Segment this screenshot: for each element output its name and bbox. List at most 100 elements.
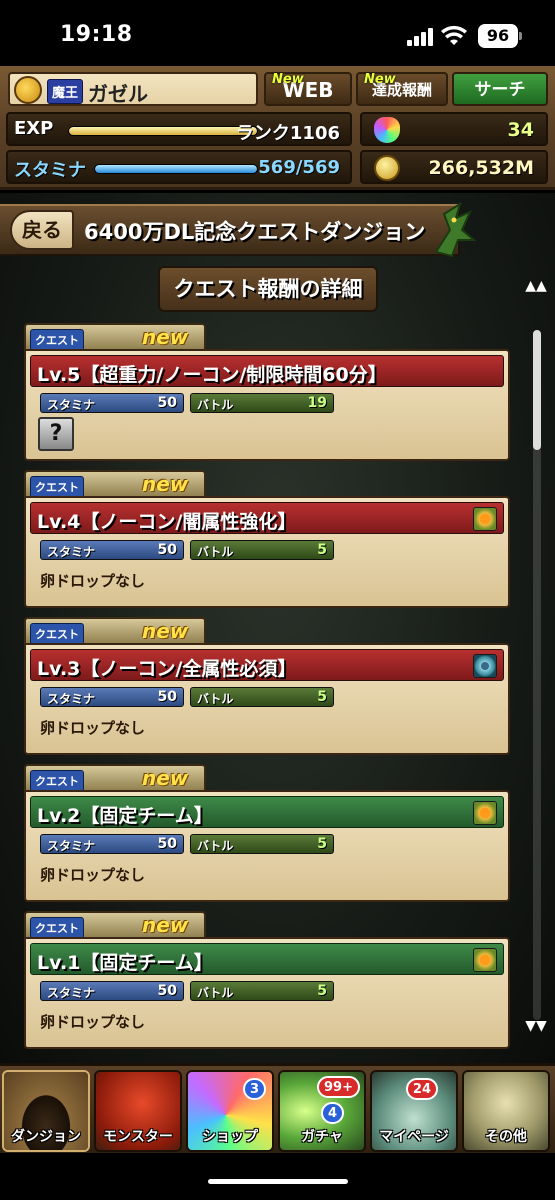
nav-gacha[interactable]: 99+ 4 ガチャ bbox=[278, 1070, 366, 1152]
quest-battle-label: バトル bbox=[197, 545, 234, 559]
dungeon-title: 6400万DL記念クエストダンジョン bbox=[84, 220, 426, 244]
quest-tab-label: クエスト bbox=[30, 476, 84, 498]
home-indicator-area bbox=[0, 1153, 555, 1200]
quest-card[interactable]: クエスト new Lv.2【固定チーム】 スタミナ 50 バトル 5 卵ドロップなし bbox=[24, 764, 510, 902]
exp-box: EXP ランク1106 bbox=[6, 112, 352, 146]
quest-battle-label: バトル bbox=[197, 839, 234, 853]
quest-header: Lv.2【固定チーム】 bbox=[30, 796, 504, 828]
quest-stamina-pill: スタミナ 50 bbox=[40, 834, 184, 854]
nav-shop[interactable]: 3 ショップ bbox=[186, 1070, 274, 1152]
quest-header: Lv.5【超重力/ノーコン/制限時間60分】 bbox=[30, 355, 504, 387]
quest-stamina-pill: スタミナ 50 bbox=[40, 393, 184, 413]
quest-stamina-label: スタミナ bbox=[47, 398, 96, 412]
quest-stamina-value: 50 bbox=[157, 395, 177, 411]
cellular-signal-icon bbox=[407, 28, 435, 46]
drop-text: 卵ドロップなし bbox=[40, 719, 146, 737]
scroll-up-arrows[interactable]: ▲▲ bbox=[525, 279, 547, 293]
rank-title-badge: 魔王 bbox=[47, 79, 84, 104]
quest-stamina-value: 50 bbox=[157, 542, 177, 558]
sun-icon bbox=[473, 948, 497, 972]
status-time: 19:18 bbox=[60, 22, 133, 47]
quest-new-badge: new bbox=[142, 325, 189, 349]
quest-battle-value: 5 bbox=[317, 689, 327, 705]
scrollbar[interactable] bbox=[533, 330, 541, 1020]
rank-medal-icon bbox=[14, 76, 42, 104]
quest-stamina-label: スタミナ bbox=[47, 986, 96, 1000]
nav-mypage[interactable]: 24 マイページ bbox=[370, 1070, 458, 1152]
nav-mypage-label: マイページ bbox=[379, 1129, 449, 1145]
back-button[interactable]: 戻る bbox=[10, 210, 74, 250]
dragon-ornament-icon bbox=[434, 201, 477, 258]
quest-battle-pill: バトル 5 bbox=[190, 687, 334, 707]
quest-stamina-label: スタミナ bbox=[47, 692, 96, 706]
quest-stamina-label: スタミナ bbox=[47, 839, 96, 853]
quest-body: Lv.1【固定チーム】スタミナ 50 バトル 5 卵ドロップなし bbox=[24, 937, 510, 1049]
quest-new-badge: new bbox=[142, 766, 189, 790]
new-mark: New bbox=[364, 72, 396, 87]
quest-battle-value: 19 bbox=[307, 395, 327, 411]
new-mark: New bbox=[272, 72, 304, 87]
quest-body: Lv.5【超重力/ノーコン/制限時間60分】スタミナ 50 バトル 19? bbox=[24, 349, 510, 461]
quest-new-badge: new bbox=[142, 472, 189, 496]
quest-tab-label: クエスト bbox=[30, 623, 84, 645]
nav-gacha-label: ガチャ bbox=[301, 1129, 343, 1145]
nav-shop-label: ショップ bbox=[202, 1129, 258, 1145]
sun-icon bbox=[473, 801, 497, 825]
player-panel: 魔王 ガゼル New WEB New 達成報酬 サーチ EXP ランク1106 … bbox=[0, 66, 555, 190]
quest-card[interactable]: クエスト new Lv.3【ノーコン/全属性必須】スタミナ 50 バトル 5 卵ドロップなし bbox=[24, 617, 510, 755]
quest-stamina-pill: スタミナ 50 bbox=[40, 687, 184, 707]
gacha-badge-red: 99+ bbox=[317, 1076, 360, 1098]
quest-name: Lv.3【ノーコン/全属性必須】 bbox=[37, 658, 297, 680]
swirl-icon bbox=[473, 654, 497, 678]
web-button[interactable]: New WEB bbox=[264, 72, 352, 106]
drop-text: 卵ドロップなし bbox=[40, 866, 146, 884]
quest-body: Lv.2【固定チーム】 スタミナ 50 バトル 5 卵ドロップなし bbox=[24, 790, 510, 902]
quest-card[interactable]: クエスト new Lv.5【超重力/ノーコン/制限時間60分】 スタミナ 50 バトル 19… bbox=[24, 323, 510, 461]
quest-battle-pill: バトル 19 bbox=[190, 393, 334, 413]
nav-monster[interactable]: モンスター bbox=[94, 1070, 182, 1152]
nav-monster-label: モンスター bbox=[103, 1129, 173, 1145]
quest-new-badge: new bbox=[142, 619, 189, 643]
exp-bar bbox=[68, 126, 258, 136]
quest-tab-label: クエスト bbox=[30, 770, 84, 792]
home-indicator[interactable] bbox=[208, 1179, 348, 1184]
dungeon-header: 戻る 6400万DL記念クエストダンジョン bbox=[0, 200, 555, 260]
quest-header: Lv.1【固定チーム】 bbox=[30, 943, 504, 975]
search-button[interactable]: サーチ bbox=[452, 72, 548, 106]
stamina-label: スタミナ bbox=[14, 160, 86, 181]
nav-dungeon-label: ダンジョン bbox=[11, 1129, 81, 1145]
quest-card[interactable]: クエスト new Lv.4【ノーコン/闇属性強化】 スタミナ 50 バトル 5 卵ドロップなし bbox=[24, 470, 510, 608]
wifi-icon bbox=[441, 25, 467, 45]
player-name-box[interactable]: 魔王 ガゼル bbox=[8, 72, 258, 106]
quest-tab: クエスト new bbox=[24, 470, 206, 498]
magic-stone-box[interactable]: 34 bbox=[360, 112, 548, 146]
quest-card[interactable]: クエスト new Lv.1【固定チーム】 スタミナ 50 バトル 5 卵ドロップなし bbox=[24, 911, 510, 1049]
quest-name: Lv.2【固定チーム】 bbox=[37, 805, 213, 827]
quest-battle-label: バトル bbox=[197, 986, 234, 1000]
quest-battle-value: 5 bbox=[317, 836, 327, 852]
bottom-nav: ダンジョン モンスター 3 ショップ 99+ 4 ガチャ 24 マイページ その… bbox=[0, 1063, 555, 1153]
quest-body: Lv.4【ノーコン/闇属性強化】 スタミナ 50 バトル 5 卵ドロップなし bbox=[24, 496, 510, 608]
section-title: クエスト報酬の詳細 bbox=[158, 266, 378, 312]
quest-tab: クエスト new bbox=[24, 617, 206, 645]
drop-text: 卵ドロップなし bbox=[40, 572, 146, 590]
mypage-badge: 24 bbox=[405, 1078, 438, 1100]
nav-dungeon[interactable]: ダンジョン bbox=[2, 1070, 90, 1152]
quest-battle-value: 5 bbox=[317, 983, 327, 999]
unknown-drop-icon: ? bbox=[38, 417, 74, 451]
quest-tab-label: クエスト bbox=[30, 917, 84, 939]
achievement-reward-button[interactable]: New 達成報酬 bbox=[356, 72, 448, 106]
scroll-down-arrows[interactable]: ▼▼ bbox=[525, 1019, 547, 1033]
sun-icon bbox=[473, 507, 497, 531]
quest-stamina-value: 50 bbox=[157, 983, 177, 999]
quest-stamina-value: 50 bbox=[157, 689, 177, 705]
nav-other[interactable]: その他 bbox=[462, 1070, 550, 1152]
quest-body: Lv.3【ノーコン/全属性必須】スタミナ 50 バトル 5 卵ドロップなし bbox=[24, 643, 510, 755]
stamina-bar bbox=[94, 164, 258, 174]
coin-box: 266,532M bbox=[360, 150, 548, 184]
scrollbar-thumb[interactable] bbox=[533, 330, 541, 450]
quest-battle-pill: バトル 5 bbox=[190, 540, 334, 560]
exp-label: EXP bbox=[14, 118, 54, 139]
nav-other-label: その他 bbox=[485, 1129, 527, 1145]
drop-text: 卵ドロップなし bbox=[40, 1013, 146, 1031]
